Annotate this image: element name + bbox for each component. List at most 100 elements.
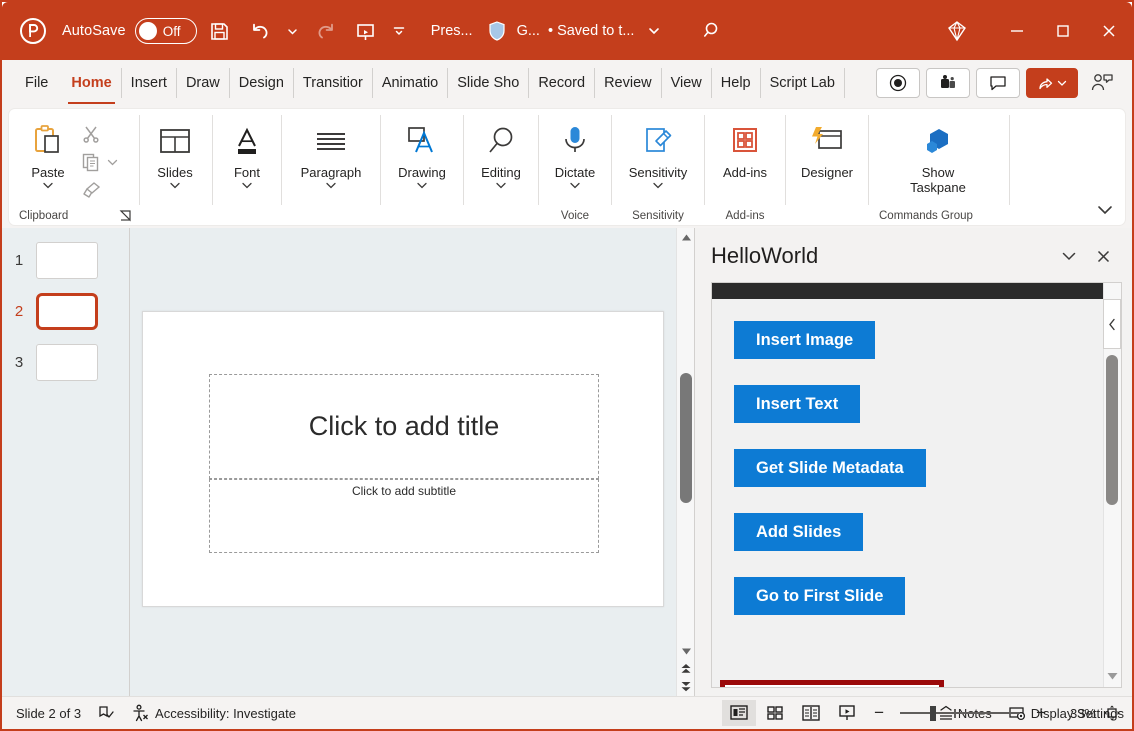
slides-button[interactable]: Slides [140, 113, 210, 207]
zoom-slider[interactable] [900, 700, 1021, 726]
ribbon-collapse-chevron-down-icon[interactable] [1095, 203, 1115, 217]
editing-chevron-down-icon[interactable] [495, 181, 507, 190]
task-pane-scrollbar-thumb[interactable] [1106, 355, 1118, 505]
tab-review[interactable]: Review [595, 68, 662, 98]
thumbnail-preview[interactable] [36, 344, 98, 381]
slide-editor[interactable]: Click to add title Click to add subtitle [142, 311, 664, 607]
view-normal-icon[interactable] [722, 700, 757, 726]
tab-insert[interactable]: Insert [122, 68, 177, 98]
tab-animations[interactable]: Animatio [373, 68, 449, 98]
comment-icon[interactable] [976, 68, 1020, 98]
paste-button[interactable]: Paste [17, 113, 79, 207]
record-circle-icon[interactable] [876, 68, 920, 98]
sensitivity-chevron-down-icon[interactable] [652, 181, 664, 190]
thumbnail-item-2[interactable]: 2 [2, 293, 129, 330]
paragraph-chevron-down-icon[interactable] [325, 181, 337, 190]
copy-button[interactable] [79, 149, 120, 175]
tab-script-lab[interactable]: Script Lab [761, 68, 845, 98]
accessibility-status[interactable]: Accessibility: Investigate [123, 700, 304, 726]
insert-image-button[interactable]: Insert Image [734, 321, 876, 359]
document-name[interactable]: Pres... [431, 23, 473, 39]
show-taskpane-button[interactable]: Show Taskpane [873, 113, 1003, 207]
cut-button[interactable] [79, 121, 120, 147]
canvas-vertical-scrollbar[interactable] [676, 228, 694, 696]
close-icon[interactable] [1086, 12, 1132, 50]
account-label[interactable]: G... [517, 23, 540, 39]
sensitivity-button[interactable]: Sensitivity [612, 113, 704, 207]
slide-thumbnail-pane[interactable]: 1 2 3 [2, 228, 130, 696]
fit-to-window-icon[interactable] [1098, 700, 1126, 726]
saved-chevron-down-icon[interactable] [644, 14, 664, 48]
slides-label: Slides [157, 165, 193, 180]
tab-design[interactable]: Design [230, 68, 294, 98]
subtitle-placeholder[interactable]: Click to add subtitle [209, 479, 599, 553]
diamond-icon[interactable] [934, 12, 980, 50]
zoom-level-label[interactable]: 33% [1056, 706, 1096, 721]
addins-button[interactable]: Add-ins [705, 113, 785, 207]
view-reading-icon[interactable] [794, 700, 828, 726]
scroll-up-triangle-up-icon[interactable] [677, 228, 695, 246]
title-bar: AutoSave Off Pres... G... • Saved to t..… [2, 2, 1132, 60]
dictate-chevron-down-icon[interactable] [569, 181, 581, 190]
font-button[interactable]: Font [213, 113, 281, 207]
tab-draw[interactable]: Draw [177, 68, 230, 98]
spellcheck-icon[interactable] [89, 700, 123, 726]
title-placeholder[interactable]: Click to add title [209, 374, 599, 479]
scroll-down-triangle-down-icon[interactable] [677, 642, 695, 660]
slide-count-indicator[interactable]: Slide 2 of 3 [8, 700, 89, 726]
tab-transitions[interactable]: Transitior [294, 68, 373, 98]
previous-slide-double-triangle-up-icon[interactable] [677, 660, 695, 678]
thumbnail-item-1[interactable]: 1 [2, 242, 129, 279]
zoom-slider-handle[interactable] [930, 705, 937, 721]
drawing-chevron-down-icon[interactable] [416, 181, 428, 190]
share-people-icon[interactable] [1084, 68, 1120, 98]
autosave-toggle[interactable]: Off [134, 18, 197, 44]
task-pane-chevron-down-icon[interactable] [1052, 239, 1086, 273]
tab-home[interactable]: Home [62, 68, 122, 104]
editing-button[interactable]: Editing [464, 113, 538, 207]
tab-view[interactable]: View [662, 68, 712, 98]
next-slide-double-triangle-down-icon[interactable] [677, 678, 695, 696]
task-pane-content-frame: Insert Image Insert Text Get Slide Metad… [711, 282, 1122, 688]
tab-help[interactable]: Help [712, 68, 761, 98]
insert-text-button[interactable]: Insert Text [734, 385, 861, 423]
tab-file[interactable]: File [16, 68, 62, 98]
qat-more-chevron-down-icon[interactable] [389, 14, 409, 48]
scrollbar-thumb[interactable] [680, 373, 692, 503]
button-label: Add Slides [756, 522, 842, 541]
format-painter-button[interactable] [79, 177, 120, 203]
save-icon[interactable] [203, 14, 237, 48]
tab-label: Draw [185, 75, 220, 91]
start-presentation-icon[interactable] [349, 14, 383, 48]
task-pane-scroll-down-triangle-down-icon[interactable] [1106, 671, 1119, 681]
search-icon[interactable] [696, 14, 730, 48]
view-slideshow-icon[interactable] [830, 700, 864, 726]
font-chevron-down-icon[interactable] [241, 181, 253, 190]
thumbnail-preview[interactable] [36, 242, 98, 279]
thumbnail-preview-selected[interactable] [36, 293, 98, 330]
drawing-button[interactable]: Drawing [381, 113, 463, 207]
undo-icon[interactable] [243, 14, 277, 48]
share-button[interactable] [1026, 68, 1078, 98]
paragraph-button[interactable]: Paragraph [282, 113, 380, 207]
maximize-icon[interactable] [1040, 12, 1086, 50]
add-slides-button[interactable]: Add Slides [734, 513, 864, 551]
minimize-icon[interactable] [994, 12, 1040, 50]
undo-chevron-down-icon[interactable] [283, 14, 303, 48]
get-slide-metadata-button[interactable]: Get Slide Metadata [734, 449, 926, 487]
teams-present-icon[interactable] [926, 68, 970, 98]
tab-record[interactable]: Record [529, 68, 596, 98]
slides-chevron-down-icon[interactable] [169, 181, 181, 190]
zoom-out-button[interactable]: − [866, 700, 892, 726]
thumbnail-item-3[interactable]: 3 [2, 344, 129, 381]
go-to-first-slide-button[interactable]: Go to First Slide [734, 577, 906, 615]
paste-chevron-down-icon[interactable] [42, 181, 54, 190]
dictate-button[interactable]: Dictate [539, 113, 611, 207]
designer-button[interactable]: Designer [786, 113, 868, 207]
view-slide-sorter-icon[interactable] [758, 700, 792, 726]
zoom-in-button[interactable]: + [1028, 700, 1054, 726]
task-pane-collapse-chevron-left-icon[interactable] [1103, 299, 1121, 349]
dialog-launcher-icon[interactable] [119, 209, 133, 223]
tab-slide-show[interactable]: Slide Sho [448, 68, 530, 98]
task-pane-close-icon[interactable] [1086, 239, 1120, 273]
